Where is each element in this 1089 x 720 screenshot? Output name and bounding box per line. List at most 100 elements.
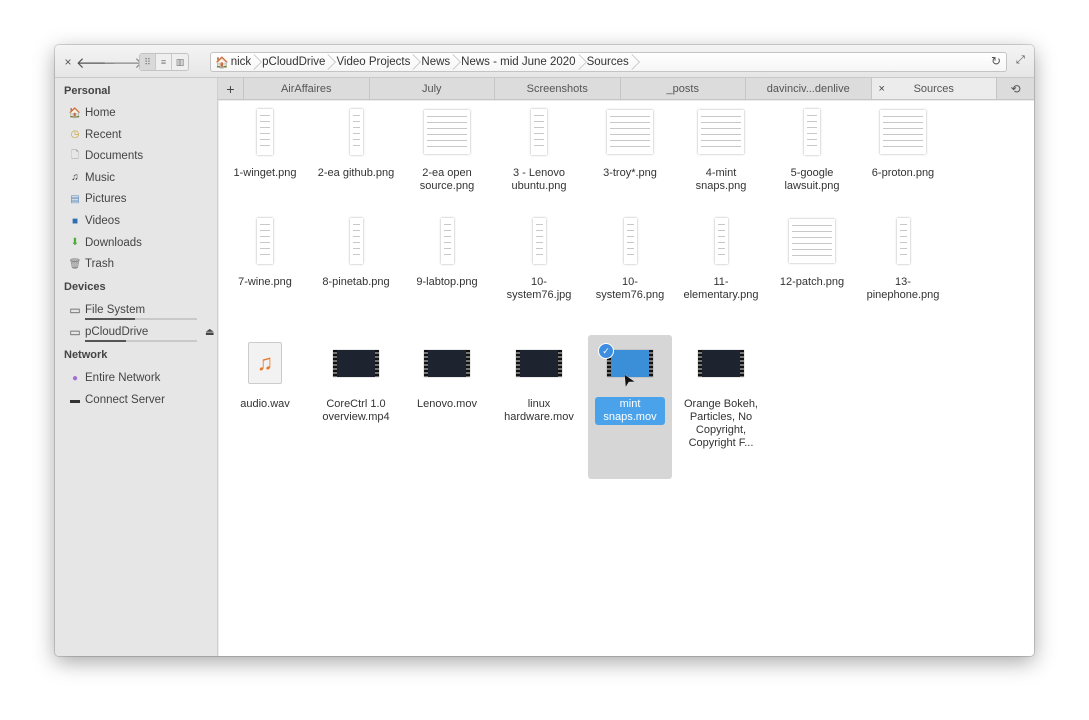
file-item[interactable]: 11-elementary.png — [679, 213, 763, 303]
tab-screenshots[interactable]: Screenshots — [495, 78, 621, 99]
file-name: Orange Bokeh, Particles, No Copyright, C… — [684, 398, 758, 449]
file-thumbnail — [497, 335, 581, 391]
close-tab-icon[interactable]: × — [879, 83, 885, 95]
sidebar-item-label: Pictures — [85, 193, 127, 206]
thumbnail-line — [352, 236, 360, 237]
file-item[interactable]: 6-proton.png — [861, 104, 945, 181]
sidebar-item-home[interactable]: 🏠 Home — [69, 104, 209, 122]
thumbnail-line — [610, 134, 650, 135]
thumbnail-line — [535, 230, 543, 231]
file-item[interactable]: CoreCtrl 1.0 overview.mp4 — [314, 335, 398, 425]
file-item[interactable]: 5-google lawsuit.png — [770, 104, 854, 194]
file-item[interactable]: 7-wine.png — [223, 213, 307, 290]
breadcrumb-sources[interactable]: Sources — [582, 53, 640, 71]
sidebar-item-videos[interactable]: ■ Videos — [69, 212, 209, 230]
tab-bar: + AirAffaires July Screenshots _posts da… — [218, 78, 1034, 100]
breadcrumb-pclouddrive[interactable]: pCloudDrive — [257, 53, 337, 71]
file-item[interactable]: 12-patch.png — [770, 213, 854, 290]
file-item[interactable]: 2-ea github.png — [314, 104, 398, 181]
sidebar-item-label: Documents — [85, 150, 144, 163]
sidebar-item-music[interactable]: ♫ Music — [69, 169, 209, 187]
file-name: 2-ea open source.png — [419, 167, 475, 192]
breadcrumb-nick[interactable]: 🏠 nick — [211, 53, 263, 71]
thumbnail-line — [352, 133, 360, 134]
file-item[interactable]: 9-labtop.png — [405, 213, 489, 290]
thumbnail-line — [352, 224, 360, 225]
file-item[interactable]: 4-mint snaps.png — [679, 104, 763, 194]
tab-davinci-kdenlive[interactable]: davinciv...denlive — [746, 78, 872, 99]
sidebar-item-entire-network[interactable]: ● Entire Network — [69, 369, 209, 387]
file-item[interactable]: linux hardware.mov — [497, 335, 581, 425]
file-item[interactable]: 3-troy*.png — [588, 104, 672, 181]
image-thumbnail-icon — [880, 110, 926, 154]
thumbnail-line — [701, 128, 741, 129]
file-item[interactable]: Orange Bokeh, Particles, No Copyright, C… — [679, 335, 763, 451]
fullscreen-icon[interactable]: ⤢ — [1016, 54, 1025, 67]
eject-icon[interactable]: ⏏ — [205, 327, 214, 338]
file-thumbnail — [770, 104, 854, 160]
sidebar-item-label: Music — [85, 171, 116, 184]
forward-button[interactable]: 🡒 — [103, 53, 143, 72]
file-item[interactable]: ✓ ➤ mint snaps.mov — [588, 335, 672, 479]
capacity-fill — [85, 340, 127, 342]
thumbnail-line — [792, 231, 832, 232]
sidebar-item-trash[interactable]: 🗑 Trash — [69, 255, 209, 273]
thumbnail-line — [883, 116, 923, 117]
closed-tabs-history-button[interactable]: ⟲ — [997, 78, 1034, 99]
breadcrumb-news-mid-june[interactable]: News - mid June 2020 — [456, 53, 587, 71]
thumbnail-line — [535, 254, 543, 255]
thumbnail-line — [443, 248, 451, 249]
sidebar-item-pictures[interactable]: ▤ Pictures — [69, 190, 209, 208]
file-item[interactable]: 10-system76.png — [588, 213, 672, 303]
file-item[interactable]: 13-pinephone.png — [861, 213, 945, 303]
breadcrumb-news[interactable]: News — [416, 53, 462, 71]
close-icon: × — [64, 55, 72, 69]
video-thumbnail-icon — [333, 349, 379, 377]
file-thumbnail — [679, 104, 763, 160]
thumbnail-line — [626, 248, 634, 249]
thumbnail-line — [792, 255, 832, 256]
sidebar-item-connect-server[interactable]: ▬ Connect Server — [69, 391, 209, 409]
file-name: 13-pinephone.png — [866, 276, 940, 301]
file-item[interactable]: ♫ audio.wav — [223, 335, 307, 412]
location-bar[interactable]: 🏠 nick pCloudDrive Video Projects News Ne… — [210, 52, 1007, 72]
selection-check-icon[interactable]: ✓ — [598, 343, 614, 359]
tab-july[interactable]: July — [370, 78, 495, 99]
thumbnail-line — [626, 254, 634, 255]
sidebar-item-file-system[interactable]: ▭ File System — [69, 301, 209, 319]
tab-posts[interactable]: _posts — [621, 78, 746, 99]
file-item[interactable]: 10-system76.jpg — [497, 213, 581, 303]
sidebar-item-documents[interactable]: 🗋 Documents — [69, 147, 209, 165]
sidebar-item-pclouddrive[interactable]: ▭ pCloudDrive — [69, 323, 209, 341]
thumbnail-line — [610, 122, 650, 123]
icon-view-button[interactable]: ⠿ — [140, 54, 156, 70]
file-item[interactable]: 3 - Lenovo ubuntu.png — [497, 104, 581, 194]
close-window-button[interactable]: × — [61, 53, 75, 71]
breadcrumb-video-projects[interactable]: Video Projects — [331, 53, 422, 71]
list-view-button[interactable]: ≡ — [156, 54, 172, 70]
new-tab-button[interactable]: + — [218, 78, 244, 99]
reload-icon[interactable]: ↻ — [991, 54, 1001, 68]
image-thumbnail-icon — [257, 109, 273, 155]
thumbnail-line — [883, 128, 923, 129]
thumbnail-line — [352, 115, 360, 116]
file-item[interactable]: 1-winget.png — [223, 104, 307, 181]
file-item[interactable]: 8-pinetab.png — [314, 213, 398, 290]
file-name: 5-google lawsuit.png — [784, 167, 840, 192]
file-item[interactable]: Lenovo.mov — [405, 335, 489, 412]
image-thumbnail-icon — [896, 218, 910, 264]
history-icon: ⟲ — [1010, 81, 1021, 96]
thumbnail-line — [352, 127, 360, 128]
sidebar-item-label: Entire Network — [85, 372, 161, 384]
sidebar-item-downloads[interactable]: ⬇ Downloads — [69, 234, 209, 252]
thumbnail-line — [899, 242, 907, 243]
file-item[interactable]: 2-ea open source.png — [405, 104, 489, 194]
thumbnail-line — [260, 230, 270, 231]
thumbnail-line — [535, 248, 543, 249]
video-thumbnail-icon — [516, 349, 562, 377]
thumbnail-line — [792, 249, 832, 250]
column-view-button[interactable]: ▥ — [172, 54, 188, 70]
tab-sources[interactable]: × Sources — [871, 78, 997, 99]
tab-airaffaires[interactable]: AirAffaires — [244, 78, 370, 99]
sidebar-item-recent[interactable]: ◷ Recent — [69, 126, 209, 144]
